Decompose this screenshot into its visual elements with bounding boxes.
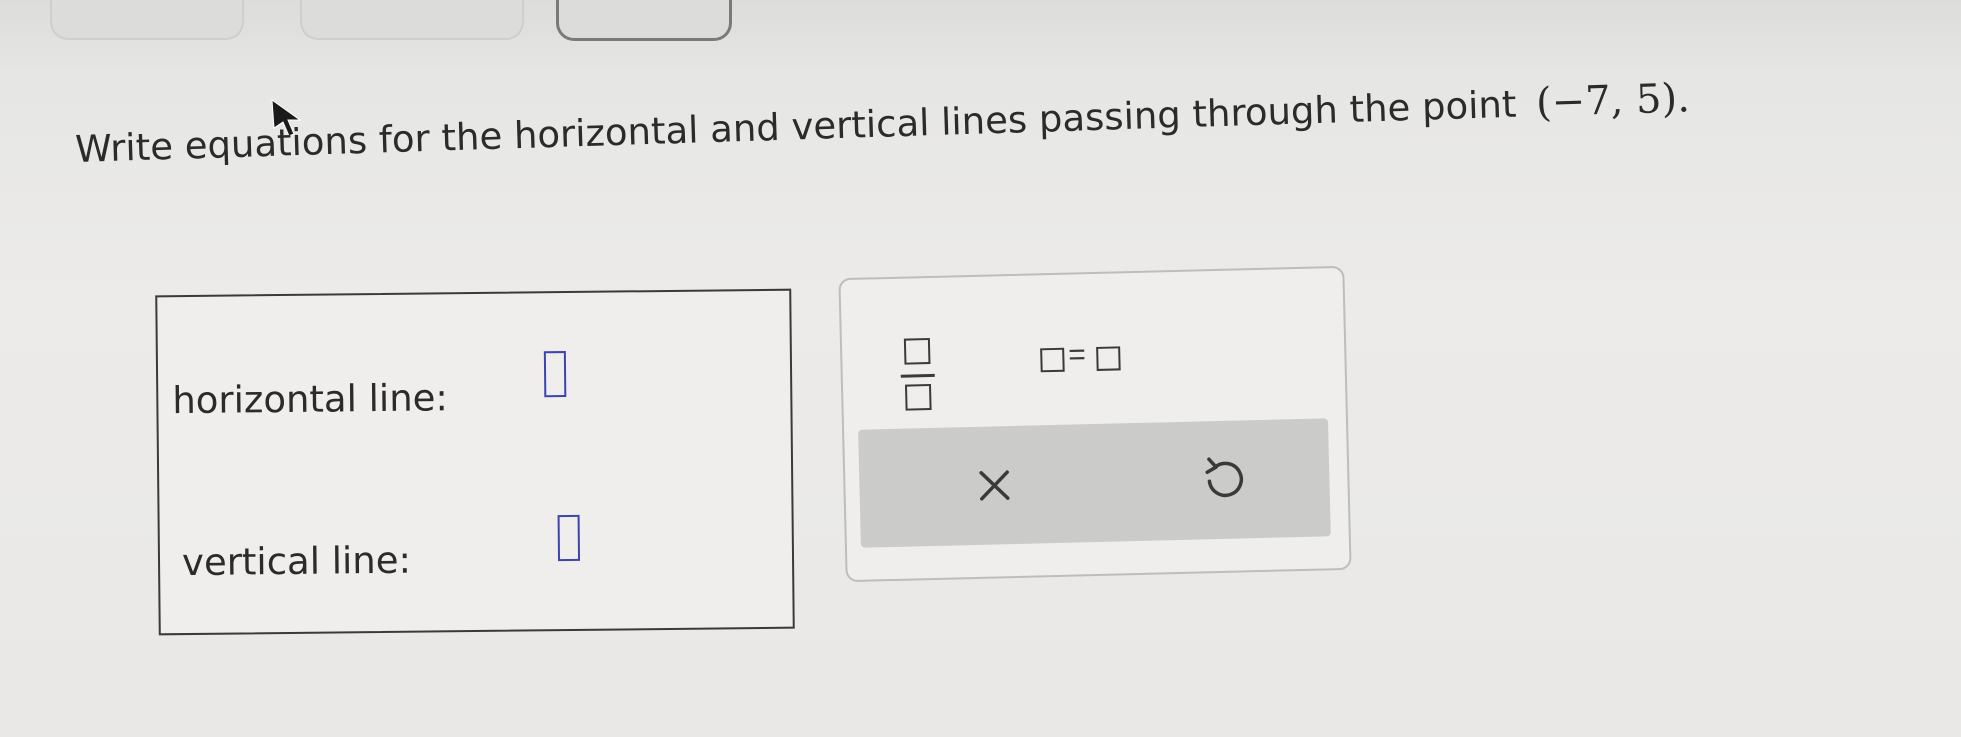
answer-box: horizontal line: vertical line:: [155, 288, 795, 636]
horizontal-line-input[interactable]: [543, 351, 567, 398]
question-prompt: Write equations for the horizontal and v…: [74, 82, 1518, 172]
top-tab[interactable]: [300, 0, 524, 40]
equals-symbol: =: [1067, 338, 1087, 372]
vertical-line-label: vertical line:: [181, 538, 412, 585]
clear-button[interactable]: [959, 450, 1031, 522]
question-text: Write equations for the horizontal and v…: [75, 73, 1776, 172]
action-bar: [858, 418, 1331, 548]
vertical-line-input[interactable]: [557, 514, 581, 562]
top-toolbar: [0, 0, 1961, 41]
question-point: (−7, 5).: [1535, 75, 1691, 127]
equation-button[interactable]: =: [1032, 337, 1133, 379]
top-tab[interactable]: [556, 0, 732, 41]
undo-button[interactable]: [1189, 444, 1261, 516]
undo-icon: [1205, 457, 1244, 498]
top-tab[interactable]: [50, 0, 244, 40]
horizontal-line-label: horizontal line:: [172, 376, 449, 423]
math-tool-panel: =: [838, 265, 1352, 583]
fraction-button[interactable]: [894, 336, 944, 417]
close-icon: [979, 470, 1010, 501]
